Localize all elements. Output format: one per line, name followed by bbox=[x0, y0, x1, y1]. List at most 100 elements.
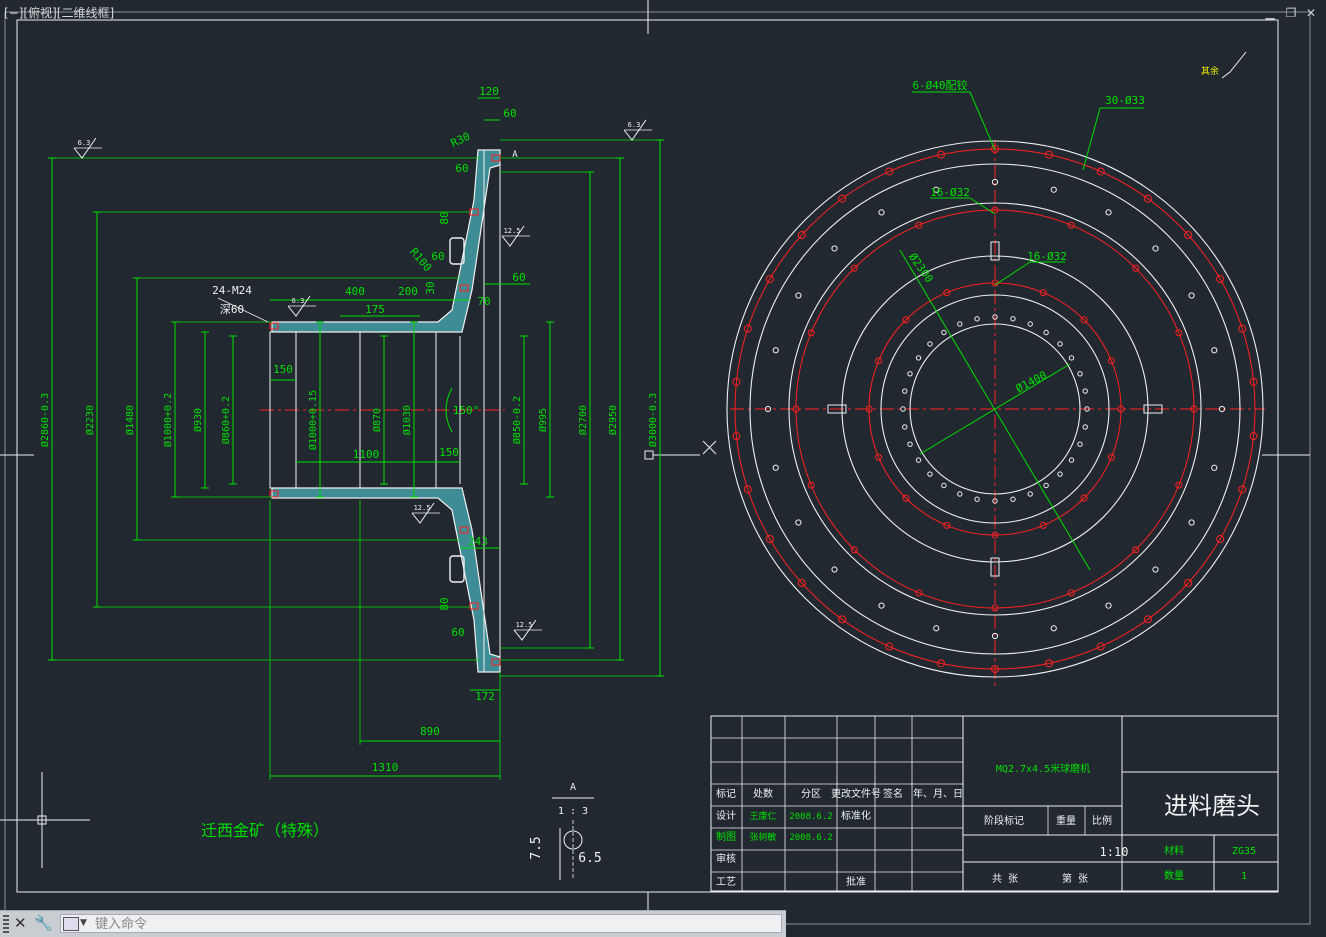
thread-callout: 24-M24 bbox=[212, 284, 252, 297]
dim-v2230: Ø2230 bbox=[84, 405, 96, 435]
hole-inner bbox=[907, 371, 913, 377]
hole-mid bbox=[772, 464, 779, 471]
hole-inner bbox=[915, 457, 922, 463]
drawing-canvas[interactable]: Ø2860-0.3 Ø2230 Ø1480 Ø1000+0.2 Ø930 Ø860+0.2… bbox=[0, 0, 1326, 937]
hole-inner bbox=[941, 329, 947, 336]
dim-60c: 60 bbox=[455, 162, 468, 175]
hole-inner bbox=[1077, 371, 1083, 377]
dim-v850: Ø850-0.2 bbox=[511, 396, 523, 444]
settings-icon[interactable]: 🔧 bbox=[34, 914, 53, 932]
dim-d1400: Ø1400 bbox=[1014, 368, 1049, 395]
tb-weight: 重量 bbox=[1056, 814, 1076, 827]
hole-inner bbox=[902, 388, 908, 394]
close-button[interactable]: ✕ bbox=[1303, 6, 1319, 20]
other-roughness bbox=[1221, 51, 1247, 79]
command-bar: ✕ 🔧 键入命令 ▼ bbox=[0, 910, 786, 937]
tb-qty: 1 bbox=[1241, 871, 1247, 882]
tb-head-3: 更改文件号 bbox=[831, 787, 881, 800]
history-icon[interactable] bbox=[63, 917, 79, 931]
hole-mid bbox=[878, 209, 885, 216]
dim-150b: 150 bbox=[439, 446, 459, 459]
hole-inner bbox=[902, 424, 908, 430]
dim-v1030: Ø1030 bbox=[401, 405, 413, 435]
roughness-br-val: 12.5 bbox=[516, 621, 533, 629]
dim-v870: Ø870 bbox=[371, 408, 383, 432]
minimize-button[interactable]: ▁ bbox=[1262, 6, 1278, 20]
roughness-b-val: 12.5 bbox=[414, 504, 431, 512]
viewport-label[interactable]: [−][俯视][二维线框] bbox=[4, 4, 114, 21]
note-text: 迁西金矿（特殊） bbox=[201, 821, 329, 840]
hole-inner bbox=[1027, 321, 1033, 327]
tb-head-2: 分区 bbox=[801, 788, 821, 800]
tb-standard: 标准化 bbox=[841, 809, 871, 822]
callout-16b: 16-Ø32 bbox=[1027, 250, 1067, 263]
dim-30: 30 bbox=[424, 281, 437, 294]
hole-inner bbox=[957, 321, 963, 327]
tb-qty-label: 数量 bbox=[1164, 869, 1184, 882]
hole-inner bbox=[915, 355, 922, 361]
tb-design: 设计 bbox=[716, 809, 736, 822]
tb-project: MQ2.7x4.5米球磨机 bbox=[996, 762, 1090, 775]
detail-scale: 1 : 3 bbox=[558, 806, 588, 817]
hole-inner bbox=[1010, 496, 1016, 502]
hole-mid bbox=[1152, 245, 1159, 252]
hole-inner bbox=[1057, 341, 1063, 347]
tb-scale-label: 比例 bbox=[1092, 814, 1112, 827]
dim-1310: 1310 bbox=[372, 761, 399, 774]
dim-1100: 1100 bbox=[353, 448, 380, 461]
hole-inner bbox=[957, 491, 963, 497]
dim-v1000: Ø1000+0.2 bbox=[162, 393, 174, 447]
dim-60b: 60 bbox=[512, 271, 525, 284]
hole-inner bbox=[1077, 441, 1083, 447]
dim-200: 200 bbox=[398, 285, 418, 298]
roughness-mid-val: 12.5 bbox=[504, 227, 521, 235]
hole-mid bbox=[831, 566, 838, 573]
dim-v1480: Ø1480 bbox=[124, 405, 136, 435]
tb-head-4: 签名 bbox=[883, 787, 903, 800]
dim-v930: Ø930 bbox=[192, 408, 204, 432]
hole-mid bbox=[933, 625, 940, 632]
dim-v860: Ø860+0.2 bbox=[220, 396, 232, 444]
hole-inner bbox=[1068, 457, 1075, 463]
tb-scale: 1:10 bbox=[1100, 845, 1129, 859]
hole-mid bbox=[1050, 625, 1057, 632]
hole-mid bbox=[831, 245, 838, 252]
hole-inner bbox=[1043, 482, 1049, 489]
dim-890: 890 bbox=[420, 725, 440, 738]
drawing-border bbox=[16, 19, 1279, 893]
tb-sheet: 第 张 bbox=[1062, 872, 1088, 885]
tb-approve: 批准 bbox=[846, 875, 866, 888]
dim-v995: Ø995 bbox=[537, 408, 549, 432]
close-icon[interactable]: ✕ bbox=[14, 914, 27, 932]
dim-v2950: Ø2950 bbox=[607, 405, 619, 435]
roughness-tl-val: 6.3 bbox=[78, 139, 91, 147]
tb-material-label: 材料 bbox=[1164, 844, 1184, 857]
ucs-box bbox=[644, 450, 654, 460]
hole-mid bbox=[1105, 602, 1112, 609]
hole-inner bbox=[974, 496, 980, 502]
hole-mid bbox=[1152, 566, 1159, 573]
hole-inner bbox=[1082, 388, 1088, 394]
restore-button[interactable]: ❐ bbox=[1283, 6, 1299, 20]
angle-150: 150° bbox=[453, 404, 480, 417]
tb-checker: 张树敏 bbox=[749, 831, 776, 843]
dim-r100: R100 bbox=[407, 245, 434, 274]
ldr-16bb bbox=[994, 261, 1031, 286]
tb-head-0: 标记 bbox=[716, 788, 736, 800]
chevron-down-icon[interactable]: ▼ bbox=[80, 918, 87, 928]
tb-design-date: 2008.6.2 bbox=[789, 812, 832, 822]
callout-16a: 16-Ø32 bbox=[930, 186, 970, 199]
hole-inner bbox=[1057, 471, 1063, 477]
detail-title: A bbox=[570, 782, 576, 793]
dim-400: 400 bbox=[345, 285, 365, 298]
hole-mid bbox=[1211, 464, 1218, 471]
command-input[interactable]: 键入命令 bbox=[60, 914, 782, 933]
dim-80b: 80 bbox=[438, 597, 451, 610]
dim-70: 70 bbox=[477, 295, 490, 308]
dim-v1000b: Ø1000+0.15 bbox=[307, 390, 319, 450]
callout-h30: 30-Ø33 bbox=[1105, 94, 1145, 107]
section-top bbox=[271, 149, 501, 333]
dim-120: 120 bbox=[479, 85, 499, 98]
detail-dim1: 7.5 bbox=[529, 836, 544, 859]
grip-handle[interactable] bbox=[3, 915, 9, 933]
